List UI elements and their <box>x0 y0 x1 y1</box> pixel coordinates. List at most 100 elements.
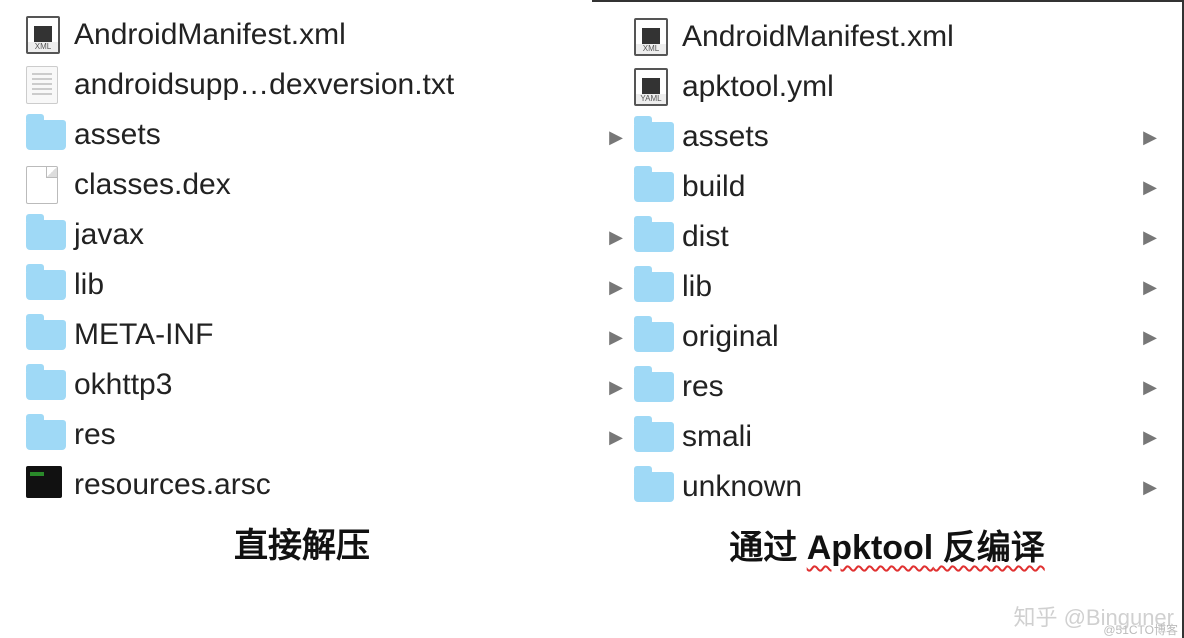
item-name: okhttp3 <box>70 368 592 402</box>
list-item[interactable]: okhttp3 <box>12 360 592 410</box>
list-item[interactable]: ▶dist▶ <box>592 212 1182 262</box>
list-item[interactable]: classes.dex <box>12 160 592 210</box>
item-icon-slot <box>630 168 678 206</box>
disclosure-triangle-icon[interactable]: ▶ <box>602 127 630 148</box>
item-icon-slot <box>630 318 678 356</box>
folder-icon <box>634 368 674 406</box>
chevron-right-icon[interactable]: ▶ <box>1136 377 1164 398</box>
yaml-file-icon: YAML <box>634 68 674 106</box>
folder-icon <box>26 216 66 254</box>
folder-icon <box>26 316 66 354</box>
item-name: classes.dex <box>70 168 592 202</box>
xml-file-icon: XML <box>634 18 674 56</box>
item-name: res <box>678 370 1136 404</box>
item-name: dist <box>678 220 1136 254</box>
item-icon-slot <box>22 316 70 354</box>
folder-icon <box>634 168 674 206</box>
disclosure-triangle-icon[interactable]: ▶ <box>602 327 630 348</box>
item-name: assets <box>678 120 1136 154</box>
item-name: build <box>678 170 1136 204</box>
list-item[interactable]: XMLAndroidManifest.xml <box>592 12 1182 62</box>
list-item[interactable]: XMLAndroidManifest.xml <box>12 10 592 60</box>
item-name: unknown <box>678 470 1136 504</box>
item-icon-slot <box>22 366 70 404</box>
folder-icon <box>634 118 674 156</box>
item-icon-slot <box>630 218 678 256</box>
chevron-right-icon[interactable]: ▶ <box>1136 477 1164 498</box>
list-item[interactable]: ▶original▶ <box>592 312 1182 362</box>
item-icon-slot <box>22 216 70 254</box>
list-item[interactable]: unknown▶ <box>592 462 1182 512</box>
item-name: javax <box>70 218 592 252</box>
right-caption: 通过 Apktool 反编译 <box>592 520 1182 569</box>
folder-icon <box>26 366 66 404</box>
right-caption-after: 反编译 <box>933 529 1044 567</box>
right-caption-before: 通过 <box>729 529 806 567</box>
folder-icon <box>634 468 674 506</box>
item-icon-slot <box>22 466 70 504</box>
item-icon-slot: YAML <box>630 68 678 106</box>
list-item[interactable]: androidsupp…dexversion.txt <box>12 60 592 110</box>
item-name: resources.arsc <box>70 468 592 502</box>
chevron-right-icon[interactable]: ▶ <box>1136 127 1164 148</box>
list-item[interactable]: resources.arsc <box>12 460 592 510</box>
binary-file-icon <box>26 466 66 504</box>
item-icon-slot: XML <box>22 16 70 54</box>
item-icon-slot: XML <box>630 18 678 56</box>
attribution: @51CTO博客 <box>1103 621 1178 638</box>
item-name: androidsupp…dexversion.txt <box>70 68 592 102</box>
list-item[interactable]: YAMLapktool.yml <box>592 62 1182 112</box>
main-container: XMLAndroidManifest.xmlandroidsupp…dexver… <box>0 0 1184 638</box>
item-name: smali <box>678 420 1136 454</box>
disclosure-triangle-icon[interactable]: ▶ <box>602 427 630 448</box>
chevron-right-icon[interactable]: ▶ <box>1136 427 1164 448</box>
list-item[interactable]: ▶res▶ <box>592 362 1182 412</box>
list-item[interactable]: assets <box>12 110 592 160</box>
chevron-right-icon[interactable]: ▶ <box>1136 227 1164 248</box>
item-icon-slot <box>630 468 678 506</box>
right-file-list: XMLAndroidManifest.xmlYAMLapktool.yml▶as… <box>592 12 1182 512</box>
item-icon-slot <box>22 166 70 204</box>
folder-icon <box>634 218 674 256</box>
left-file-list: XMLAndroidManifest.xml androidsupp…dexver… <box>12 10 592 510</box>
right-caption-mid: Apktool <box>807 529 934 567</box>
disclosure-triangle-icon[interactable]: ▶ <box>602 277 630 298</box>
list-item[interactable]: build▶ <box>592 162 1182 212</box>
item-icon-slot <box>630 118 678 156</box>
list-item[interactable]: ▶assets▶ <box>592 112 1182 162</box>
item-icon-slot <box>630 418 678 456</box>
list-item[interactable]: res <box>12 410 592 460</box>
chevron-right-icon[interactable]: ▶ <box>1136 177 1164 198</box>
list-item[interactable]: lib <box>12 260 592 310</box>
item-name: apktool.yml <box>678 70 1136 104</box>
item-name: AndroidManifest.xml <box>678 20 1136 54</box>
folder-icon <box>26 266 66 304</box>
item-name: lib <box>70 268 592 302</box>
item-name: AndroidManifest.xml <box>70 18 592 52</box>
item-name: lib <box>678 270 1136 304</box>
disclosure-triangle-icon[interactable]: ▶ <box>602 227 630 248</box>
list-item[interactable]: ▶lib▶ <box>592 262 1182 312</box>
item-name: original <box>678 320 1136 354</box>
folder-icon <box>26 416 66 454</box>
left-caption: 直接解压 <box>12 518 592 567</box>
chevron-right-icon[interactable]: ▶ <box>1136 277 1164 298</box>
list-item[interactable]: META-INF <box>12 310 592 360</box>
item-icon-slot <box>630 268 678 306</box>
list-item[interactable]: javax <box>12 210 592 260</box>
text-file-icon <box>26 66 66 104</box>
chevron-right-icon[interactable]: ▶ <box>1136 327 1164 348</box>
left-pane: XMLAndroidManifest.xml androidsupp…dexver… <box>0 0 592 638</box>
item-icon-slot <box>22 66 70 104</box>
item-name: res <box>70 418 592 452</box>
folder-icon <box>634 418 674 456</box>
item-icon-slot <box>630 368 678 406</box>
item-icon-slot <box>22 266 70 304</box>
xml-file-icon: XML <box>26 16 66 54</box>
disclosure-triangle-icon[interactable]: ▶ <box>602 377 630 398</box>
list-item[interactable]: ▶smali▶ <box>592 412 1182 462</box>
folder-icon <box>634 318 674 356</box>
item-icon-slot <box>22 416 70 454</box>
item-name: META-INF <box>70 318 592 352</box>
folder-icon <box>26 116 66 154</box>
